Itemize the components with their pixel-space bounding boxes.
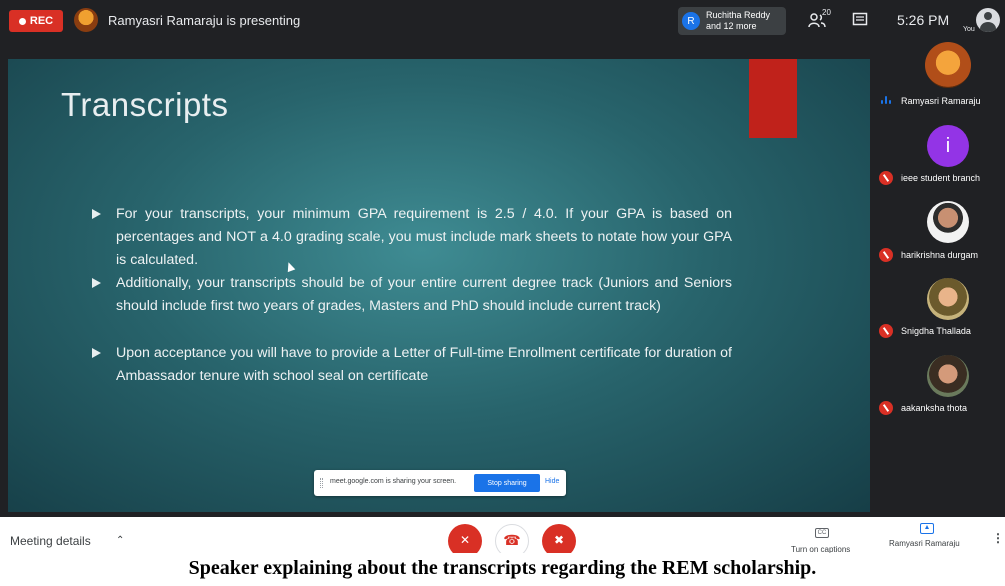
participant-avatar [927,201,969,243]
top-bar: REC Ramyasri Ramaraju is presenting R Ru… [0,0,1005,40]
bullet-arrow-icon [92,209,101,219]
participants-chip[interactable]: R Ruchitha Reddy and 12 more [678,7,786,35]
hide-banner-link[interactable]: Hide [545,478,559,485]
recording-badge: REC [9,10,63,32]
chip-more: and 12 more [706,21,757,31]
chip-name: Ruchitha Reddy [706,10,771,20]
chevron-up-icon[interactable]: ⌃ [116,535,124,546]
slide-title: Transcripts [61,86,229,123]
you-label: You [963,26,975,33]
bottom-bar: Meeting details ⌃ ✕ ☎ ✖ CC Turn on capti… [0,517,1005,553]
recording-label: REC [29,15,54,27]
slide-bullet: For your transcripts, your minimum GPA r… [92,203,732,272]
mic-muted-icon [879,171,893,185]
more-options-icon[interactable]: ⋮ [992,531,1004,545]
presenter-avatar [74,8,98,32]
mic-off-icon: ✕ [459,533,471,547]
presenting-status: Ramyasri Ramaraju is presenting [108,13,301,28]
participant-avatar: i [927,125,969,167]
mic-muted-icon [879,324,893,338]
meet-window: REC Ramyasri Ramaraju is presenting R Ru… [0,0,1005,553]
stop-sharing-button[interactable]: Stop sharing [474,474,540,492]
figure-caption: Speaker explaining about the transcripts… [188,557,817,579]
participant-avatar [927,355,969,397]
self-avatar[interactable] [976,8,1000,32]
share-status-text: meet.google.com is sharing your screen. [330,478,457,485]
present-screen-icon[interactable] [920,523,934,534]
slide-bullet: Additionally, your transcripts should be… [92,272,732,318]
bullet-arrow-icon [92,348,101,358]
participant-avatar [927,278,969,320]
mic-toggle-button[interactable]: ✕ [448,524,482,553]
chat-icon[interactable] [852,12,868,28]
camera-off-icon: ✖ [553,533,565,547]
leave-call-button[interactable]: ☎ [495,524,529,553]
participant-name: harikrishna durgam [901,250,979,260]
shared-slide: Transcripts For your transcripts, your m… [8,59,870,512]
mic-muted-icon [879,401,893,415]
meeting-details-button[interactable]: Meeting details [10,534,91,548]
slide-bullet: Upon acceptance you will have to provide… [92,342,732,388]
screen-share-banner: meet.google.com is sharing your screen. … [314,470,566,496]
drag-handle-icon[interactable] [320,478,323,488]
speaking-indicator-icon [881,96,891,104]
participant-name: ieee student branch [901,173,981,183]
slide-accent-bar [749,59,797,138]
camera-toggle-button[interactable]: ✖ [542,524,576,553]
people-count: 20 [822,8,831,17]
chip-avatar: R [682,12,700,30]
clock: 5:26 PM [897,12,950,28]
participant-name: Ramyasri Ramaraju [901,96,981,106]
captions-button[interactable]: Turn on captions [791,545,850,553]
hang-up-icon: ☎ [503,532,521,548]
presenting-user-label[interactable]: Ramyasri Ramaraju [889,539,960,548]
participant-name: Snigdha Thallada [901,326,971,336]
participant-avatar [925,42,971,88]
bullet-arrow-icon [92,278,101,288]
mic-muted-icon [879,248,893,262]
record-dot-icon [18,17,26,25]
participant-name: aakanksha thota [901,403,968,413]
captions-icon[interactable]: CC [815,528,829,538]
